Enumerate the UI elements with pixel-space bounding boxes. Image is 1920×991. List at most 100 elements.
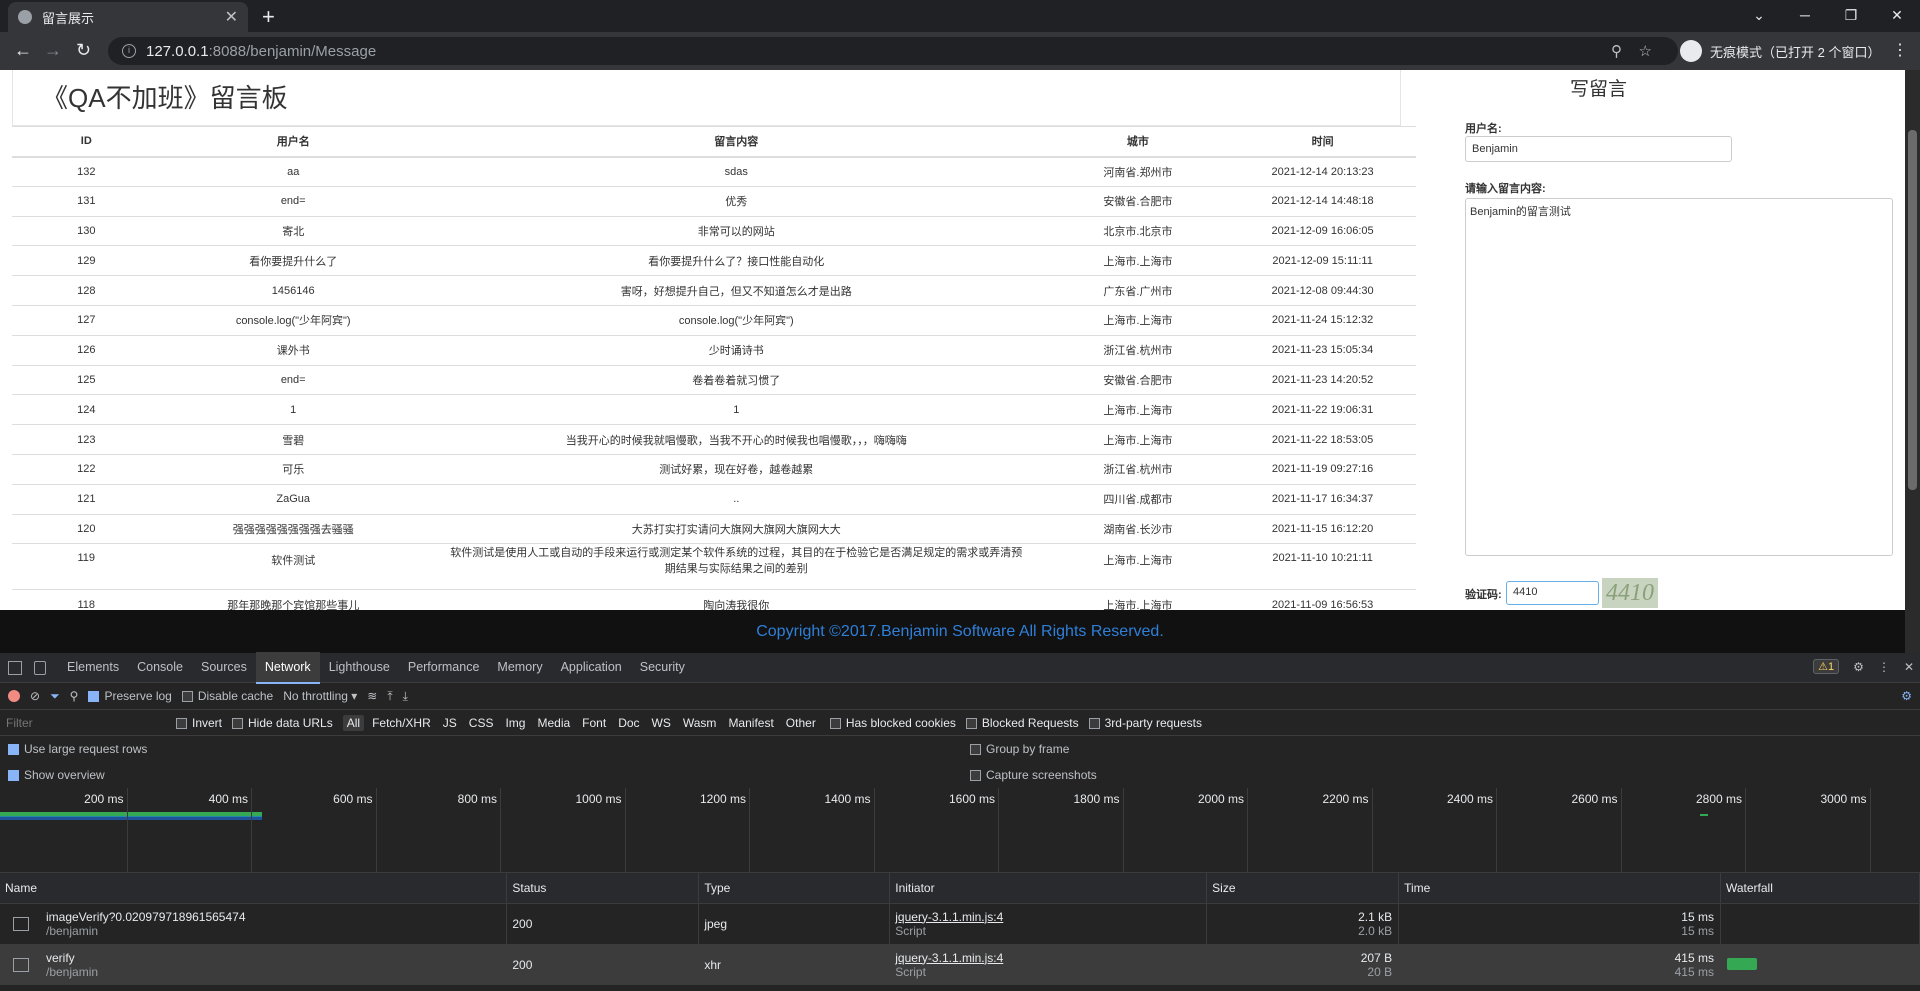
new-tab-button[interactable]: + (262, 4, 275, 30)
close-window-button[interactable]: ✕ (1874, 0, 1920, 32)
type-filter-fetchxhr[interactable]: Fetch/XHR (368, 715, 435, 731)
timeline-tick: 1200 ms (700, 788, 750, 873)
large-rows-checkbox[interactable] (8, 744, 19, 756)
restore-button[interactable]: ❐ (1828, 0, 1874, 32)
type-filter-wasm[interactable]: Wasm (679, 715, 721, 731)
bookmark-star-icon[interactable]: ☆ (1639, 42, 1652, 60)
type-filter-other[interactable]: Other (782, 715, 820, 731)
hide-data-urls-checkbox[interactable] (232, 717, 244, 729)
request-column-type[interactable]: Type (698, 873, 891, 904)
cell-user: 寄北 (160, 215, 426, 246)
request-column-initiator[interactable]: Initiator (889, 873, 1208, 904)
close-tab-icon[interactable]: ✕ (225, 7, 238, 27)
request-row[interactable]: imageVerify?0.020979718961565474/benjami… (0, 903, 1920, 944)
type-filter-manifest[interactable]: Manifest (724, 715, 777, 731)
import-har-icon[interactable]: ⤒ (387, 689, 392, 704)
devtools-tab-lighthouse[interactable]: Lighthouse (320, 652, 399, 684)
cell-time: 2021-12-09 15:11:11 (1229, 245, 1416, 276)
type-filter-ws[interactable]: WS (648, 715, 675, 731)
devtools-tab-memory[interactable]: Memory (488, 652, 551, 684)
disable-cache-checkbox[interactable] (181, 691, 193, 703)
captcha-image[interactable]: 4410 (1602, 578, 1658, 608)
warning-badge[interactable]: ⚠1 (1813, 659, 1840, 674)
zoom-icon[interactable]: ⚲ (1611, 42, 1622, 60)
type-filter-css[interactable]: CSS (465, 715, 498, 731)
request-row[interactable]: verify/benjamin 200 xhr jquery-3.1.1.min.js… (0, 944, 1920, 985)
devtools-tab-elements[interactable]: Elements (58, 652, 128, 684)
type-filter-font[interactable]: Font (578, 715, 610, 731)
clear-icon[interactable]: ⊘ (30, 689, 40, 703)
preserve-log-checkbox[interactable] (88, 691, 100, 703)
request-name-cell[interactable]: imageVerify?0.020979718961565474/benjami… (0, 903, 508, 944)
invert-toggle[interactable]: Invert (176, 716, 222, 730)
initiator-link[interactable]: jquery-3.1.1.min.js:4 (895, 951, 1206, 965)
request-column-waterfall[interactable]: Waterfall (1720, 873, 1920, 904)
device-toolbar-icon[interactable] (34, 660, 46, 675)
capture-screenshots-toggle[interactable]: Capture screenshots (970, 768, 1097, 782)
type-filter-js[interactable]: JS (439, 715, 461, 731)
settings-gear-icon[interactable]: ⚙ (1853, 660, 1864, 674)
third-party-checkbox[interactable] (1088, 717, 1100, 729)
devtools-tab-performance[interactable]: Performance (399, 652, 489, 684)
type-filter-doc[interactable]: Doc (614, 715, 643, 731)
show-overview-checkbox[interactable] (8, 770, 19, 782)
tab-search-icon[interactable]: ⌄ (1736, 0, 1782, 32)
record-icon[interactable] (8, 690, 20, 702)
request-name-cell[interactable]: verify/benjamin (0, 944, 508, 985)
blocked-requests-checkbox[interactable] (965, 717, 977, 729)
minimize-button[interactable]: ─ (1782, 0, 1828, 32)
scrollbar-thumb[interactable] (1908, 130, 1917, 490)
show-overview-toggle[interactable]: Show overview (8, 768, 105, 782)
devtools-menu-icon[interactable]: ⋮ (1878, 660, 1890, 674)
browser-tab[interactable]: 留言展示 ✕ (8, 2, 248, 32)
blocked-requests-toggle[interactable]: Blocked Requests (965, 716, 1079, 730)
filter-input[interactable] (6, 712, 166, 733)
back-icon[interactable]: ← (14, 40, 32, 61)
throttling-select[interactable]: No throttling ▾ (283, 689, 357, 703)
search-icon[interactable]: ⚲ (70, 689, 79, 703)
has-blocked-cookies-toggle[interactable]: Has blocked cookies (829, 716, 956, 730)
cell-id: 118 (12, 589, 161, 610)
inspect-element-icon[interactable] (8, 660, 22, 675)
filter-funnel-icon[interactable]: ⏷ (50, 689, 60, 704)
large-rows-toggle[interactable]: Use large request rows (8, 742, 147, 756)
username-input[interactable]: Benjamin (1465, 136, 1732, 162)
preserve-log-toggle[interactable]: Preserve log (88, 689, 172, 703)
network-overview[interactable]: 200 ms 400 ms 600 ms 800 ms 1000 ms 1200 ms 14… (0, 788, 1920, 873)
capture-screenshots-checkbox[interactable] (970, 770, 981, 782)
page-scrollbar[interactable] (1905, 70, 1920, 653)
close-devtools-icon[interactable]: ✕ (1904, 660, 1914, 674)
request-column-size[interactable]: Size (1206, 873, 1400, 904)
request-column-name[interactable]: Name (0, 873, 508, 904)
has-blocked-cookies-checkbox[interactable] (829, 717, 841, 729)
invert-checkbox[interactable] (176, 717, 187, 729)
incognito-indicator[interactable]: 无痕模式（已打开 2 个窗口） (1680, 38, 1880, 64)
devtools-tab-sources[interactable]: Sources (192, 652, 256, 684)
devtools-tab-console[interactable]: Console (128, 652, 192, 684)
reload-icon[interactable]: ↻ (76, 40, 91, 61)
type-filter-all[interactable]: All (342, 714, 365, 731)
request-column-status[interactable]: Status (506, 873, 700, 904)
devtools-tab-network[interactable]: Network (255, 651, 320, 684)
initiator-link[interactable]: jquery-3.1.1.min.js:4 (895, 910, 1206, 924)
group-by-frame-checkbox[interactable] (970, 744, 981, 756)
browser-menu-icon[interactable]: ⋮ (1892, 40, 1908, 60)
incognito-icon (1680, 40, 1702, 62)
info-icon[interactable]: i (122, 44, 136, 58)
request-column-time[interactable]: Time (1398, 873, 1721, 904)
forward-icon[interactable]: → (44, 40, 62, 61)
export-har-icon[interactable]: ⤓ (403, 689, 408, 704)
devtools-tab-application[interactable]: Application (552, 652, 631, 684)
hide-data-urls-toggle[interactable]: Hide data URLs (232, 716, 333, 730)
group-by-frame-toggle[interactable]: Group by frame (970, 742, 1069, 756)
devtools-tab-security[interactable]: Security (631, 652, 694, 684)
network-conditions-icon[interactable]: ≋ (367, 689, 377, 703)
third-party-toggle[interactable]: 3rd-party requests (1088, 716, 1202, 730)
address-bar[interactable]: i 127.0.0.1:8088/benjamin/Message ⚲ ☆ (108, 37, 1678, 65)
disable-cache-toggle[interactable]: Disable cache (181, 689, 273, 703)
type-filter-img[interactable]: Img (501, 715, 529, 731)
network-settings-icon[interactable]: ⚙ (1901, 689, 1912, 703)
content-textarea[interactable]: Benjamin的留言测试 (1465, 198, 1893, 556)
captcha-input[interactable]: 4410 (1506, 581, 1599, 605)
type-filter-media[interactable]: Media (533, 715, 574, 731)
